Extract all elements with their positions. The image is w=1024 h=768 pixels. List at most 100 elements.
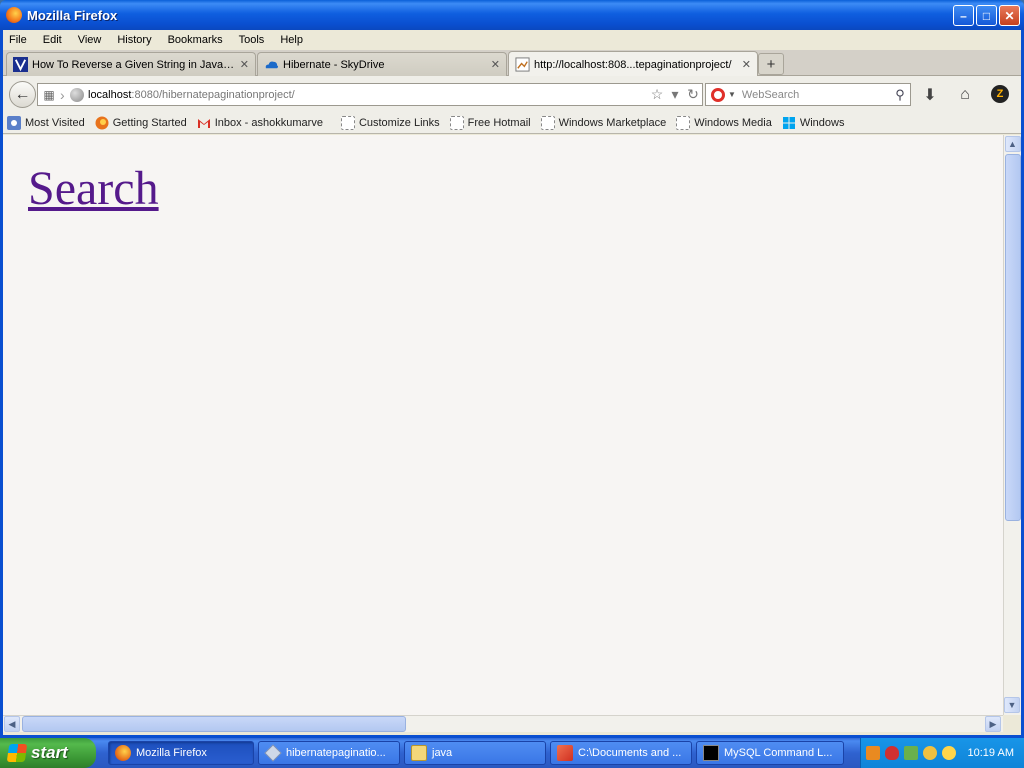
bookmark-customize-links[interactable]: Customize Links xyxy=(340,115,440,130)
bookmark-label: Windows xyxy=(799,116,845,129)
tab-strip: How To Reverse a Given String in Java - … xyxy=(3,50,1021,77)
tab-label: http://localhost:808...tepaginationproje… xyxy=(534,58,732,71)
firefox-icon xyxy=(6,7,22,23)
tab-skydrive[interactable]: Hibernate - SkyDrive ✕ xyxy=(257,52,507,76)
window-titlebar[interactable]: Mozilla Firefox – □ ✕ xyxy=(0,0,1024,30)
search-engine-icon[interactable] xyxy=(711,87,725,102)
scroll-right-icon[interactable]: ▶ xyxy=(985,716,1001,732)
network-icon[interactable] xyxy=(904,746,918,760)
url-host: localhost xyxy=(88,88,132,101)
bookmark-label: Customize Links xyxy=(358,116,440,129)
taskbar-item-label: C:\Documents and ... xyxy=(578,747,682,759)
bookmark-free-hotmail[interactable]: Free Hotmail xyxy=(449,115,531,130)
gmail-icon xyxy=(197,118,210,128)
maximize-button[interactable]: □ xyxy=(976,5,997,26)
close-tab-icon[interactable]: ✕ xyxy=(240,58,249,71)
menu-bookmarks[interactable]: Bookmarks xyxy=(168,34,223,46)
menu-history[interactable]: History xyxy=(117,34,151,46)
chevron-down-icon[interactable]: ▼ xyxy=(728,90,736,99)
taskbar-item-firefox[interactable]: Mozilla Firefox xyxy=(108,741,254,765)
search-bar[interactable]: ▼ WebSearch ⚲ xyxy=(705,83,911,106)
history-icon[interactable]: ▦ xyxy=(38,88,60,102)
bookmark-star-icon[interactable]: ☆ xyxy=(648,86,666,103)
cube-icon xyxy=(264,744,282,762)
menu-edit[interactable]: Edit xyxy=(43,34,62,46)
bookmark-label: Getting Started xyxy=(112,116,187,129)
vertical-scroll-thumb[interactable] xyxy=(1005,154,1021,521)
minimize-button[interactable]: – xyxy=(953,5,974,26)
taskbar-item-label: java xyxy=(432,747,453,759)
scrollbar-corner xyxy=(1003,715,1021,732)
bookmark-windows-marketplace[interactable]: Windows Marketplace xyxy=(540,115,666,130)
tab-localhost[interactable]: http://localhost:808...tepaginationproje… xyxy=(508,51,758,77)
taskbar-item-project[interactable]: hibernatepaginatio... xyxy=(258,741,400,765)
chevron-down-icon[interactable]: ▾ xyxy=(666,86,684,103)
app-icon xyxy=(557,745,573,761)
new-tab-button[interactable]: + xyxy=(758,53,784,75)
window-title: Mozilla Firefox xyxy=(27,7,118,23)
vertical-scrollbar[interactable]: ▲ ▼ xyxy=(1003,135,1021,715)
back-button[interactable]: ← xyxy=(9,81,36,108)
menu-file[interactable]: File xyxy=(9,34,27,46)
taskbar-item-java[interactable]: java xyxy=(404,741,546,765)
menu-view[interactable]: View xyxy=(78,34,102,46)
bookmark-label: Inbox - ashokkumarve xyxy=(214,116,323,129)
firefox-icon xyxy=(95,116,109,129)
bookmark-label: Free Hotmail xyxy=(467,116,531,129)
horizontal-scroll-thumb[interactable] xyxy=(22,716,406,732)
bookmark-label: Most Visited xyxy=(25,116,85,129)
most-visited-icon xyxy=(7,115,21,130)
close-tab-icon[interactable]: ✕ xyxy=(491,58,500,71)
bookmark-windows-media[interactable]: Windows Media xyxy=(676,115,772,130)
page-icon xyxy=(449,115,464,130)
security-icon[interactable] xyxy=(923,746,937,760)
bookmark-getting-started[interactable]: Getting Started xyxy=(95,116,187,130)
bookmark-inbox[interactable]: Inbox - ashokkumarve xyxy=(197,116,323,130)
bookmark-windows[interactable]: Windows xyxy=(782,116,845,130)
menu-help[interactable]: Help xyxy=(280,34,303,46)
page-icon xyxy=(515,57,530,72)
start-button[interactable]: start xyxy=(0,738,96,768)
browser-chrome: File Edit View History Bookmarks Tools H… xyxy=(3,30,1021,735)
page-icon xyxy=(676,115,691,130)
search-icon[interactable]: ⚲ xyxy=(890,87,910,103)
taskbar-item-label: Mozilla Firefox xyxy=(136,747,207,759)
console-icon xyxy=(703,745,719,761)
firefox-icon xyxy=(115,745,131,761)
menu-tools[interactable]: Tools xyxy=(239,34,265,46)
reload-icon[interactable]: ↻ xyxy=(684,86,702,103)
home-icon[interactable]: ⌂ xyxy=(955,85,975,105)
close-tab-icon[interactable]: ✕ xyxy=(742,58,751,71)
navigation-bar: ← ▦ › localhost:8080/hibernatepagination… xyxy=(3,76,1021,112)
bookmark-most-visited[interactable]: Most Visited xyxy=(7,115,85,130)
taskbar-item-mysql[interactable]: MySQL Command L... xyxy=(696,741,844,765)
scroll-down-icon[interactable]: ▼ xyxy=(1004,697,1020,713)
horizontal-scrollbar[interactable]: ◀ ▶ xyxy=(3,715,1003,732)
messenger-icon[interactable] xyxy=(942,746,956,760)
search-link[interactable]: Search xyxy=(28,161,159,216)
page-icon xyxy=(540,115,555,130)
globe-icon xyxy=(70,87,84,102)
bookmarks-toolbar: Most Visited Getting Started Inbox - ash… xyxy=(3,112,1021,134)
close-button[interactable]: ✕ xyxy=(999,5,1020,26)
clock[interactable]: 10:19 AM xyxy=(968,747,1014,759)
url-text[interactable]: localhost:8080/hibernatepaginationprojec… xyxy=(88,89,648,101)
zotero-icon[interactable]: Z xyxy=(991,85,1009,103)
scroll-up-icon[interactable]: ▲ xyxy=(1004,136,1021,152)
tab-reverse-string[interactable]: How To Reverse a Given String in Java - … xyxy=(6,52,256,76)
v-logo-icon xyxy=(13,57,28,72)
java-update-icon[interactable] xyxy=(866,746,880,760)
separator-icon: › xyxy=(60,86,65,103)
start-label: start xyxy=(31,743,68,762)
scroll-left-icon[interactable]: ◀ xyxy=(4,716,20,732)
download-icon[interactable]: ⬇ xyxy=(920,85,940,105)
taskbar-item-label: MySQL Command L... xyxy=(724,747,833,759)
shield-icon[interactable] xyxy=(885,746,899,760)
url-path: :8080/hibernatepaginationproject/ xyxy=(131,88,295,101)
taskbar: start Mozilla Firefox hibernatepaginatio… xyxy=(0,738,1024,768)
url-bar[interactable]: ▦ › localhost:8080/hibernatepaginationpr… xyxy=(37,83,703,106)
taskbar-item-documents[interactable]: C:\Documents and ... xyxy=(550,741,692,765)
search-input[interactable]: WebSearch xyxy=(742,89,890,101)
system-tray: 10:19 AM xyxy=(860,738,1024,768)
taskbar-item-label: hibernatepaginatio... xyxy=(286,747,386,759)
